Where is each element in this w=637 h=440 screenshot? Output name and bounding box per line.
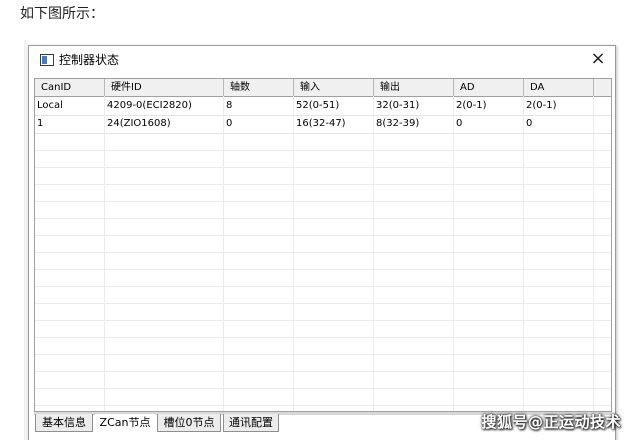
cell-col-da: 2(0-1) xyxy=(524,97,594,115)
empty-row xyxy=(35,235,611,253)
cell-col-hardware-id: 4209-0(ECI2820) xyxy=(105,97,224,115)
empty-row xyxy=(35,371,611,389)
tab-basic-info[interactable]: 基本信息 xyxy=(35,414,93,432)
empty-row xyxy=(35,320,611,338)
cell-col-canid: Local xyxy=(35,97,105,115)
cell-col-axis-count: 8 xyxy=(224,97,294,115)
controller-table: CanID 硬件ID 轴数 输入 输出 AD DA Local 4209-0(ECI2820)… xyxy=(34,78,612,412)
cell-col-da: 0 xyxy=(524,115,594,133)
grid-line xyxy=(293,96,294,411)
header-col-axis-count[interactable]: 轴数 xyxy=(224,79,294,96)
empty-row xyxy=(35,269,611,287)
tab-zcan-node[interactable]: ZCan节点 xyxy=(95,414,155,434)
empty-row xyxy=(35,184,611,202)
table-row[interactable]: 1 24(ZIO1608) 0 16(32-47) 8(32-39) 0 0 xyxy=(35,115,611,134)
empty-row xyxy=(35,201,611,219)
cell-col-hardware-id: 24(ZIO1608) xyxy=(105,115,224,133)
empty-row xyxy=(35,218,611,236)
table-row[interactable]: Local 4209-0(ECI2820) 8 52(0-51) 32(0-31) 2(0… xyxy=(35,97,611,116)
header-col-input[interactable]: 输入 xyxy=(294,79,374,96)
grid-line xyxy=(104,96,105,411)
header-col-da[interactable]: DA xyxy=(524,79,594,96)
cell-col-ad: 2(0-1) xyxy=(454,97,524,115)
window-title: 控制器状态 xyxy=(59,53,120,67)
close-button[interactable]: × xyxy=(585,48,611,70)
app-window-icon xyxy=(40,54,54,66)
empty-row xyxy=(35,388,611,406)
grid-line xyxy=(223,96,224,411)
tab-comm-config[interactable]: 通讯配置 xyxy=(223,414,279,432)
table-header: CanID 硬件ID 轴数 输入 输出 AD DA xyxy=(35,79,611,97)
window-titlebar: 控制器状态 × xyxy=(29,46,615,74)
empty-row xyxy=(35,337,611,355)
cell-col-ad: 0 xyxy=(454,115,524,133)
header-col-ad[interactable]: AD xyxy=(454,79,524,96)
cell-col-axis-count: 0 xyxy=(224,115,294,133)
empty-row xyxy=(35,303,611,321)
cell-col-input: 16(32-47) xyxy=(294,115,374,133)
empty-row xyxy=(35,150,611,168)
empty-row xyxy=(35,167,611,185)
article-caption: 如下图所示： xyxy=(20,6,104,22)
header-col-output[interactable]: 输出 xyxy=(374,79,454,96)
screenshot-stage: 如下图所示： 控制器状态 × CanID 硬件ID 轴数 输入 输出 AD DA Local… xyxy=(0,0,637,440)
cell-col-canid: 1 xyxy=(35,115,105,133)
header-col-canid[interactable]: CanID xyxy=(35,79,105,96)
grid-line xyxy=(523,96,524,411)
grid-line xyxy=(373,96,374,411)
cell-col-output: 8(32-39) xyxy=(374,115,454,133)
tab-slot0-node[interactable]: 槽位0节点 xyxy=(157,414,221,432)
watermark: 搜狐号@正运动技术 xyxy=(481,413,621,431)
empty-row xyxy=(35,252,611,270)
cell-col-input: 52(0-51) xyxy=(294,97,374,115)
empty-row xyxy=(35,405,611,411)
header-col-hardware-id[interactable]: 硬件ID xyxy=(105,79,224,96)
empty-row xyxy=(35,133,611,151)
grid-line xyxy=(453,96,454,411)
empty-row xyxy=(35,354,611,372)
empty-row xyxy=(35,286,611,304)
grid-line xyxy=(593,96,594,411)
cell-col-output: 32(0-31) xyxy=(374,97,454,115)
controller-status-window: 控制器状态 × CanID 硬件ID 轴数 输入 输出 AD DA Local 4209-0(… xyxy=(28,45,616,440)
